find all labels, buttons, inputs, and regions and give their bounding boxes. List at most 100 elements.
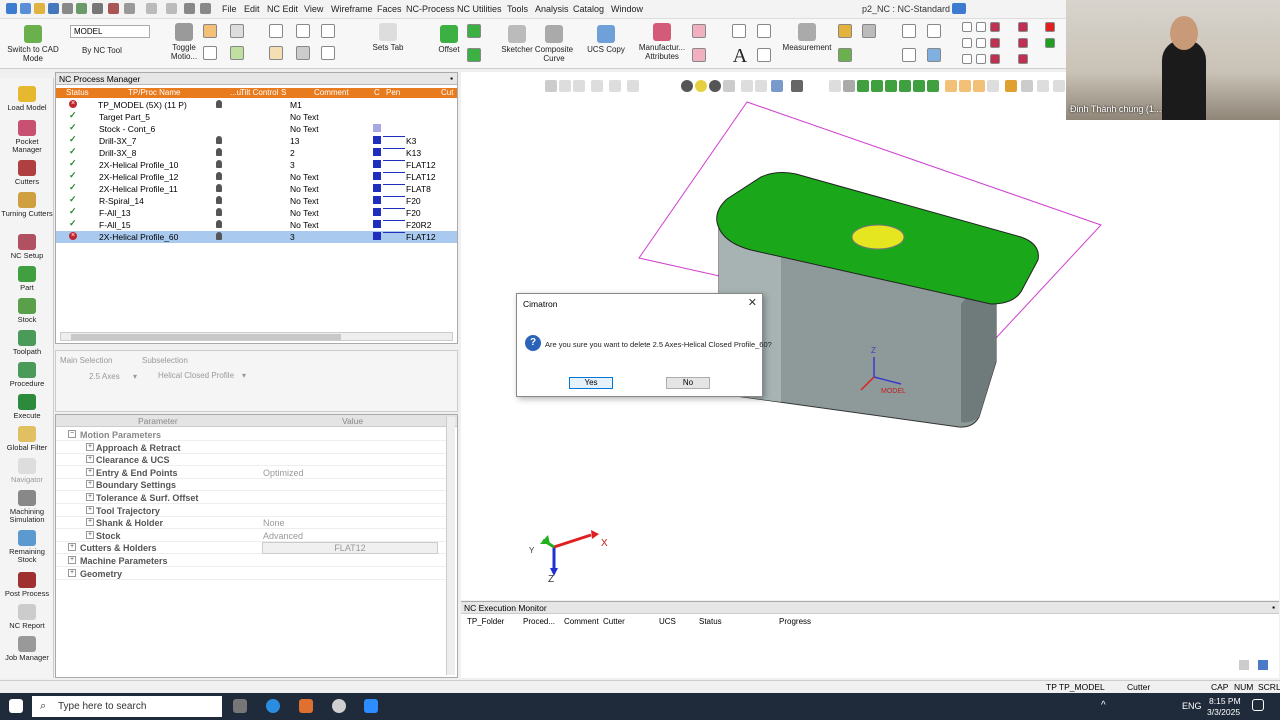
expand-icon[interactable]: + [86, 518, 94, 527]
cutter-view-icon[interactable] [203, 24, 217, 38]
sidebar-item-procedure[interactable]: Procedure [0, 362, 54, 388]
col-s[interactable]: S [281, 88, 286, 97]
parameter-row[interactable]: + Boundary Settings [56, 479, 446, 492]
menu-view[interactable]: View [304, 4, 323, 14]
process-row[interactable]: × 2X-Helical Profile_60 3 FLAT12 [56, 231, 457, 243]
menu-tools[interactable]: Tools [507, 4, 528, 14]
grid-d-icon[interactable] [962, 38, 972, 48]
task-view-icon[interactable] [233, 699, 247, 713]
sidebar-item-load-model[interactable]: Load Model [0, 86, 54, 112]
sidebar-item-post-process[interactable]: Post Process [0, 572, 54, 598]
undo-icon[interactable] [146, 3, 157, 14]
layout-icon[interactable] [952, 3, 966, 14]
offset-button[interactable]: Offset [434, 25, 464, 54]
sidebar-item-nc-report[interactable]: NC Report [0, 604, 54, 630]
yes-button[interactable]: Yes [569, 377, 613, 389]
info-icon[interactable] [296, 46, 310, 60]
parameter-row[interactable]: − Motion Parameters [56, 429, 446, 441]
monitor-pin-icon[interactable]: ▪ [1272, 603, 1275, 612]
notification-icon[interactable] [1252, 699, 1264, 711]
sidebar-item-navigator[interactable]: Navigator [0, 458, 54, 484]
expand-icon[interactable]: + [86, 493, 94, 501]
clear-icon[interactable] [1239, 660, 1249, 670]
visibility-icon[interactable] [216, 184, 222, 192]
col-cut[interactable]: Cut [441, 88, 453, 97]
list-icon[interactable] [321, 46, 335, 60]
menu-edit[interactable]: Edit [244, 4, 260, 14]
expand-icon[interactable]: + [86, 480, 94, 489]
main-selection-select[interactable]: 2.5 Axes ▾ [60, 369, 138, 383]
expand-icon[interactable]: + [86, 467, 94, 476]
grid-f-icon[interactable] [990, 38, 1000, 48]
composite-curve-button[interactable]: Composite Curve [534, 25, 574, 63]
windows-start-icon[interactable] [9, 699, 23, 713]
col-pen[interactable]: Pen [386, 88, 400, 97]
zoom-app-icon[interactable] [364, 699, 378, 713]
menu-nc-edit[interactable]: NC Edit [267, 4, 298, 14]
col-progress[interactable]: Progress [779, 617, 811, 626]
grid-a-icon[interactable] [962, 22, 972, 32]
process-row[interactable]: ✓ 2X-Helical Profile_11 No Text FLAT8 [56, 183, 457, 195]
process-row[interactable]: ✓ Target Part_5 No Text [56, 111, 457, 123]
parameter-row[interactable]: + Shank & Holder None [56, 517, 446, 530]
grid-h-icon[interactable] [976, 54, 986, 64]
visibility-icon[interactable] [216, 208, 222, 216]
grid-icon[interactable] [92, 3, 103, 14]
grid2-icon[interactable] [124, 3, 135, 14]
expand-icon[interactable]: + [86, 530, 94, 539]
sidebar-item-pocket-manager[interactable]: Pocket Manager [0, 120, 54, 154]
expand-icon[interactable]: + [68, 568, 76, 577]
settings-icon[interactable] [332, 699, 346, 713]
sidebar-item-toolpath[interactable]: Toolpath [0, 330, 54, 356]
sidebar-item-execute[interactable]: Execute [0, 394, 54, 420]
sets-tab-button[interactable]: Sets Tab [370, 23, 406, 52]
scroll-thumb[interactable] [71, 334, 341, 340]
parameter-row[interactable]: + Entry & End Points Optimized [56, 467, 446, 479]
grid-g-icon[interactable] [962, 54, 972, 64]
zoom-icon[interactable] [902, 24, 916, 38]
pen-icon[interactable] [1018, 22, 1028, 32]
sketcher-button[interactable]: Sketcher [500, 25, 534, 54]
box-icon[interactable] [230, 24, 244, 38]
menu-faces[interactable]: Faces [377, 4, 402, 14]
col-name[interactable]: TP/Proc Name [128, 88, 180, 97]
process-row[interactable]: ✓ Drill-3X_8 2 K13 [56, 147, 457, 159]
visibility-icon[interactable] [216, 148, 222, 156]
col-cutter[interactable]: Cutter [603, 617, 625, 626]
sidebar-item-machining-simulation[interactable]: Machining Simulation [0, 490, 54, 524]
parameter-value[interactable]: FLAT12 [262, 542, 438, 555]
process-row[interactable]: ✓ Stock - Cont_6 No Text [56, 123, 457, 135]
visibility-icon[interactable] [216, 172, 222, 180]
parameter-row[interactable]: + Cutters & Holders FLAT12 [56, 542, 446, 555]
col-tp-folder[interactable]: TP_Folder [467, 617, 504, 626]
zoom3-icon[interactable] [927, 24, 941, 38]
by-nc-tool-button[interactable]: By NC Tool [70, 46, 140, 55]
process-row[interactable]: ✓ R-Spiral_14 No Text F20 [56, 195, 457, 207]
taskbar-search[interactable]: Type here to search [32, 696, 222, 717]
parameter-row[interactable]: + Stock Advanced [56, 530, 446, 542]
clock-time[interactable]: 8:15 PM [1209, 696, 1241, 706]
surface2-icon[interactable] [467, 48, 481, 62]
measurement-button[interactable]: Measurement [780, 23, 834, 52]
pin-icon[interactable]: ▪ [450, 74, 453, 83]
color-green-icon[interactable] [1045, 38, 1055, 48]
table-icon[interactable] [269, 46, 283, 60]
grid-c-icon[interactable] [990, 22, 1000, 32]
parameter-row[interactable]: + Tool Trajectory [56, 505, 446, 517]
col-status[interactable]: Status [66, 88, 89, 97]
language-indicator[interactable]: ENG [1182, 701, 1202, 711]
col-procedure[interactable]: Proced... [523, 617, 555, 626]
sidebar-item-global-filter[interactable]: Global Filter [0, 426, 54, 452]
expand-icon[interactable]: − [68, 430, 76, 438]
shade-icon[interactable] [838, 48, 852, 62]
menu-nc-process[interactable]: NC-Process [406, 4, 455, 14]
menu-catalog[interactable]: Catalog [573, 4, 604, 14]
cimatron-icon[interactable] [299, 699, 313, 713]
color-red-icon[interactable] [1045, 22, 1055, 32]
col-comment[interactable]: Comment [314, 88, 349, 97]
process-row[interactable]: × TP_MODEL (5X) (11 P) M1 [56, 99, 457, 111]
subselection-select[interactable]: Helical Closed Profile ▾ [142, 369, 246, 383]
parameter-row[interactable]: + Machine Parameters [56, 555, 446, 567]
delete-icon[interactable] [108, 3, 119, 14]
parameter-row[interactable]: + Tolerance & Surf. Offset [56, 492, 446, 504]
